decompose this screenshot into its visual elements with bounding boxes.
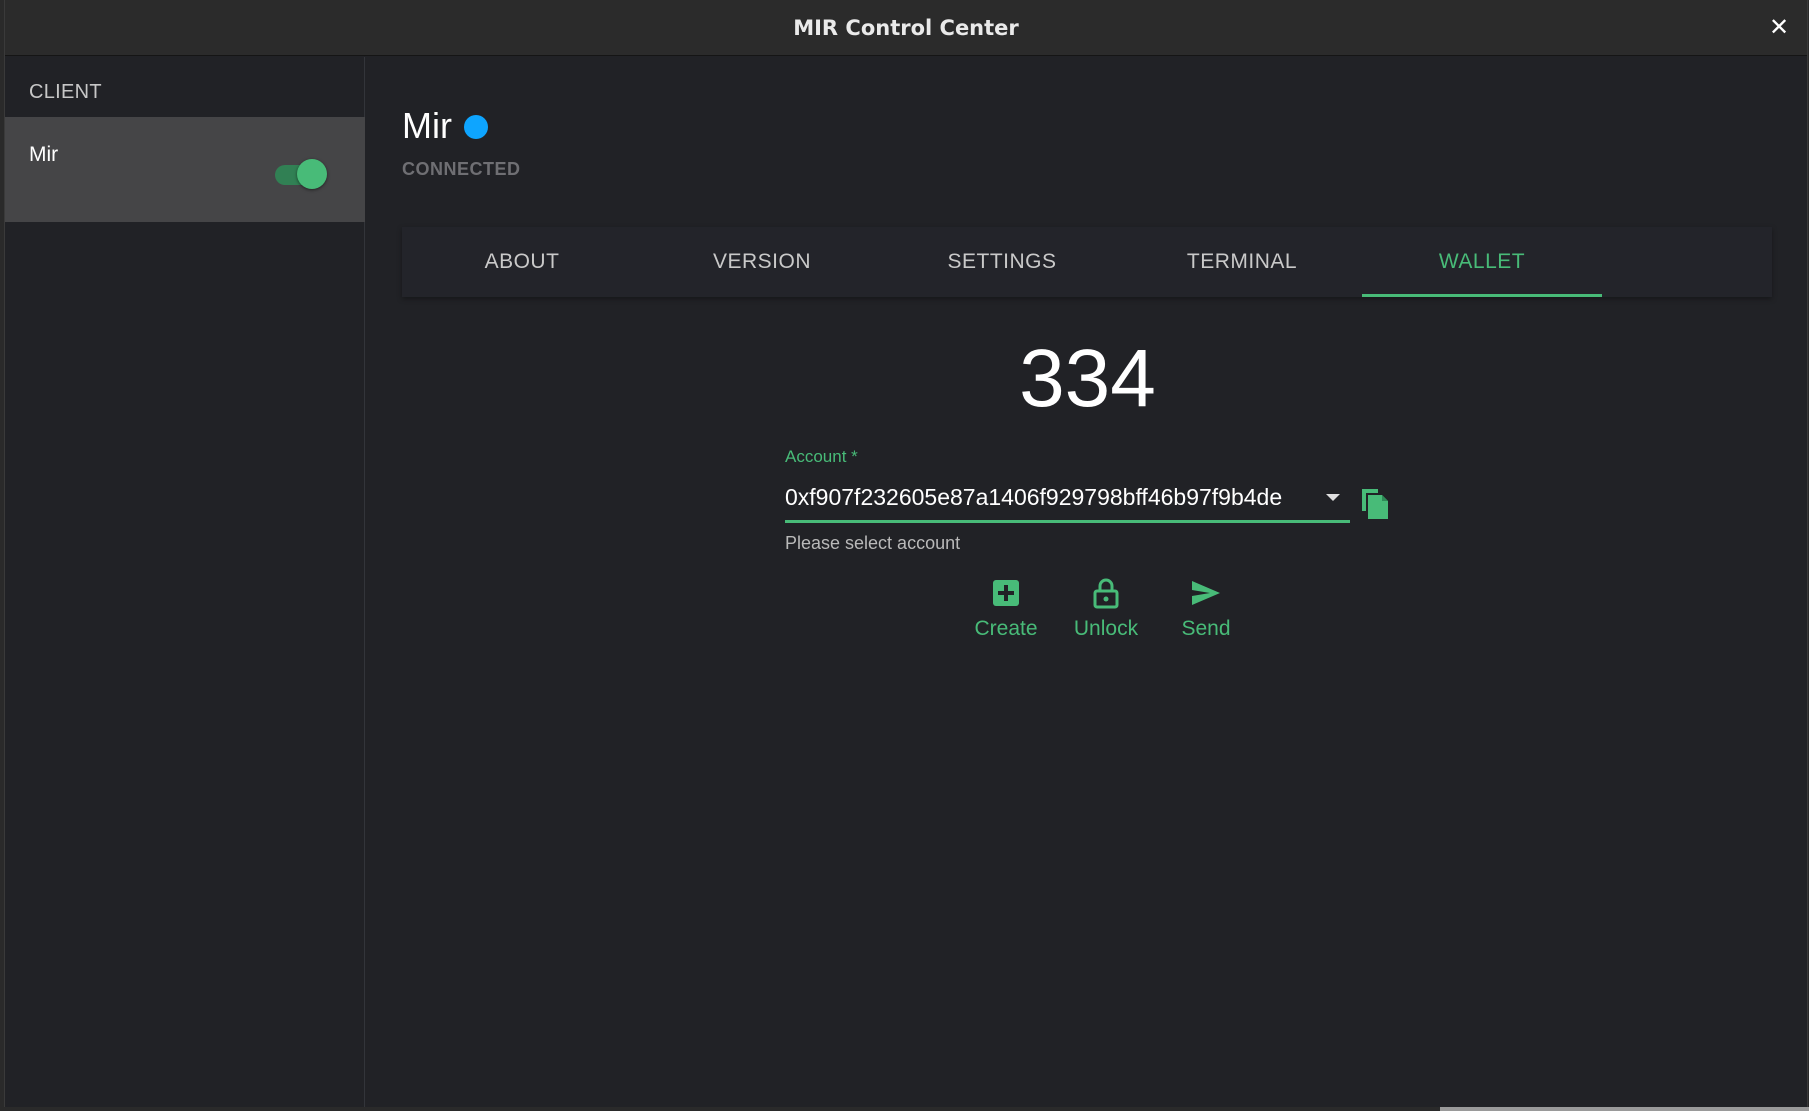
sidebar-item-label: Mir [29,143,59,166]
account-field: Account * 0xf907f232605e87a1406f929798bf… [785,447,1425,554]
create-label: Create [974,617,1038,640]
window-title: MIR Control Center [793,15,1019,40]
account-helper-text: Please select account [785,533,961,553]
unlock-button[interactable]: Unlock [1056,577,1156,641]
tab-terminal[interactable]: TERMINAL [1122,227,1362,297]
client-header: Mir CONNECTED [402,105,521,180]
tab-bar: ABOUT VERSION SETTINGS TERMINAL WALLET [402,227,1772,297]
unlock-icon [1093,578,1119,609]
send-icon [1192,581,1220,605]
unlock-label: Unlock [1073,617,1139,640]
wallet-balance: 334 [1019,333,1156,424]
copy-icon[interactable] [1356,483,1392,523]
send-button[interactable]: Send [1156,577,1256,641]
app-window: MIR Control Center ✕ CLIENT Mir Mir CONN… [4,0,1808,1107]
toggle-thumb [297,159,327,189]
create-button[interactable]: Create [956,577,1056,641]
send-label: Send [1181,617,1231,640]
bottom-scroll-indicator [1440,1107,1809,1111]
sidebar-section-label: CLIENT [29,81,102,103]
account-label: Account * [785,447,858,466]
tab-settings[interactable]: SETTINGS [882,227,1122,297]
sidebar-item-mir[interactable]: Mir [5,117,365,222]
account-value: 0xf907f232605e87a1406f929798bff46b97f9b4… [785,484,1283,510]
main-panel: Mir CONNECTED ABOUT VERSION SETTINGS TER… [366,57,1807,1107]
sidebar: CLIENT Mir [5,57,365,1107]
client-enable-toggle[interactable] [271,155,327,189]
title-bar: MIR Control Center ✕ [5,0,1807,56]
tab-wallet[interactable]: WALLET [1362,227,1602,297]
plus-box-icon [993,580,1019,606]
wallet-actions: Create Unlock Send [956,577,1256,641]
tab-about[interactable]: ABOUT [402,227,642,297]
close-icon[interactable]: ✕ [1765,14,1793,42]
tab-version[interactable]: VERSION [642,227,882,297]
client-title: Mir [402,105,452,146]
connection-status: CONNECTED [402,159,521,179]
status-dot-icon [463,115,488,139]
account-select[interactable]: 0xf907f232605e87a1406f929798bff46b97f9b4… [785,475,1350,523]
chevron-down-icon [1326,494,1340,501]
